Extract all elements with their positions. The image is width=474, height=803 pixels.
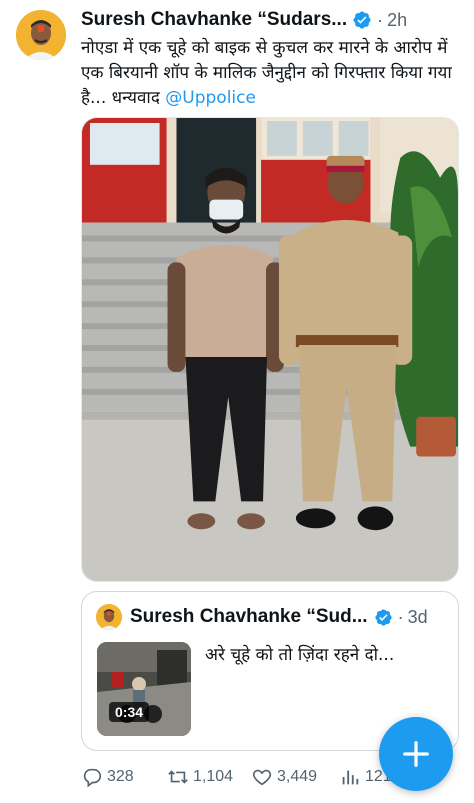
- views-chart-icon: [342, 770, 359, 785]
- retweet-icon: [168, 770, 188, 784]
- tweet-header: Suresh Chavhanke “Sudars... · 2h: [81, 8, 458, 32]
- tweet-photo[interactable]: [81, 117, 459, 582]
- like-button[interactable]: 3,449: [251, 765, 317, 789]
- mention-link[interactable]: @Uppolice: [165, 88, 256, 108]
- quoted-video-thumbnail[interactable]: 0:34: [97, 642, 191, 736]
- separator-dot: ·: [397, 606, 404, 627]
- quoted-header: Suresh Chavhanke “Sud... · 3d: [130, 606, 446, 628]
- tweet: Suresh Chavhanke “Sudars... · 2h नोएडा म…: [0, 0, 474, 803]
- verified-badge-icon: [353, 11, 371, 29]
- like-count: 3,449: [277, 768, 318, 785]
- compose-fab[interactable]: [379, 717, 453, 791]
- author-avatar[interactable]: [16, 10, 66, 60]
- reply-count: 328: [107, 768, 134, 785]
- verified-badge-icon: [374, 608, 392, 626]
- quoted-timestamp[interactable]: 3d: [408, 607, 428, 628]
- video-duration: 0:34: [109, 702, 150, 722]
- reply-button[interactable]: 328: [81, 765, 134, 789]
- quoted-author-name[interactable]: Suresh Chavhanke “Sud...: [130, 606, 368, 628]
- retweet-button[interactable]: 1,104: [167, 765, 233, 789]
- tweet-text: नोएडा में एक चूहे को बाइक से कुचल कर मार…: [81, 36, 466, 111]
- tweet-body: नोएडा में एक चूहे को बाइक से कुचल कर मार…: [81, 38, 452, 108]
- author-name[interactable]: Suresh Chavhanke “Sudars...: [81, 9, 347, 31]
- separator-dot: ·: [377, 9, 384, 30]
- heart-icon: [252, 769, 272, 786]
- reply-icon: [83, 768, 102, 788]
- quoted-author-avatar[interactable]: [96, 604, 122, 630]
- retweet-count: 1,104: [193, 768, 234, 785]
- quoted-text: अरे चूहे को तो ज़िंदा रहने दो...: [205, 645, 395, 665]
- tweet-timestamp[interactable]: 2h: [387, 10, 407, 31]
- plus-icon: [403, 741, 429, 767]
